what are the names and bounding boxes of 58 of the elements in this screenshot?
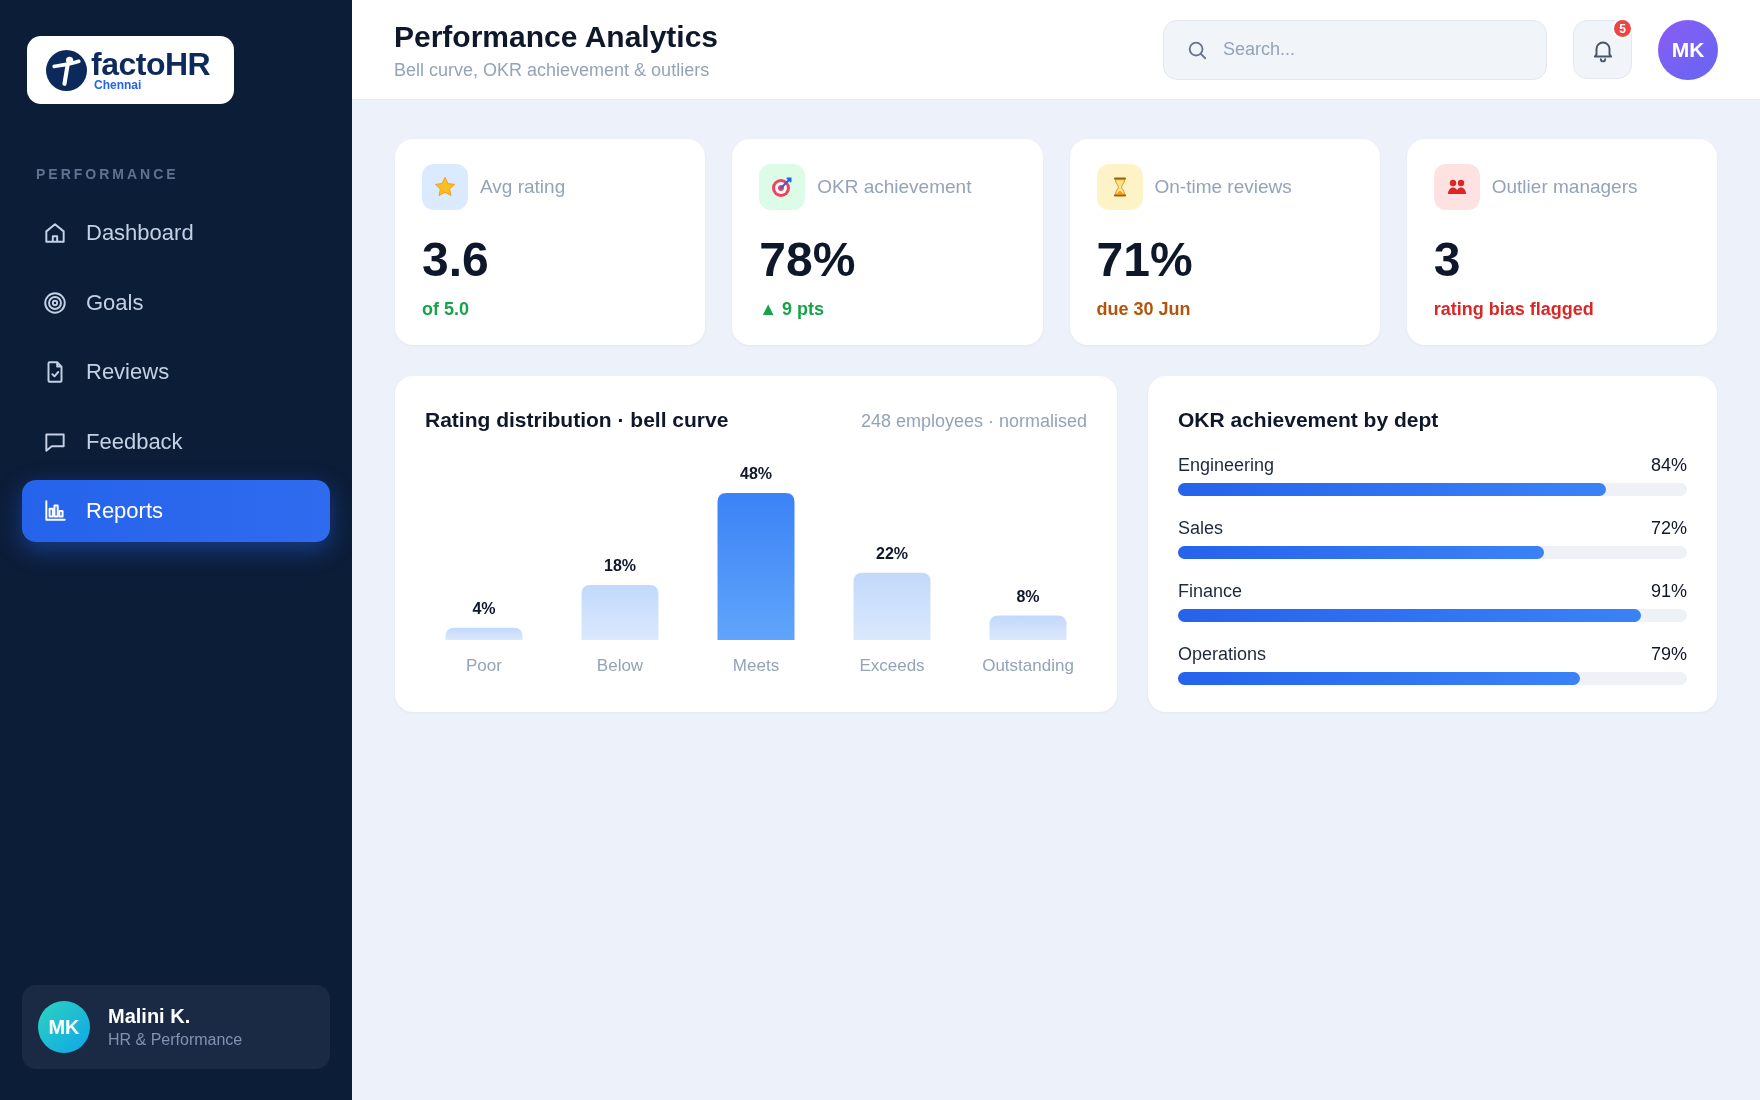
chart-title: Rating distribution · bell curve [425, 407, 729, 433]
dept-name: Engineering [1178, 454, 1275, 477]
sidebar-item[interactable]: Feedback [22, 410, 330, 473]
notification-count: 5 [1612, 18, 1633, 39]
bar-chart-icon [42, 498, 68, 524]
dart-target-icon [759, 164, 806, 210]
page-title: Performance Analytics [394, 18, 720, 55]
chart-meta: 248 employees · normalised [860, 411, 1087, 432]
dept-percent: 79% [1650, 643, 1687, 666]
kpi-value: 78% [759, 236, 857, 284]
section-label: PERFORMANCE [36, 166, 180, 182]
category-label: Poor [466, 656, 502, 675]
dept-percent: 72% [1650, 517, 1687, 540]
category-label: Meets [732, 656, 780, 675]
sidebar-item[interactable]: Dashboard [22, 202, 330, 264]
dept-percent: 91% [1650, 580, 1687, 603]
kpi-value: 3 [1433, 236, 1462, 284]
logo-tagline: Chennai [94, 78, 143, 92]
value-label: 18% [604, 556, 636, 574]
kpi-value: 3.6 [422, 236, 490, 284]
user-avatar: MK [38, 1001, 90, 1053]
kpi-label: On-time reviews [1154, 176, 1292, 198]
notifications-button[interactable]: 5 [1573, 20, 1632, 79]
kpi-value: 71% [1096, 236, 1194, 284]
kpi-label: OKR achievement [817, 176, 972, 198]
kpi-note: due 30 Jun [1096, 298, 1192, 320]
dept-name: Finance [1178, 580, 1243, 603]
sidebar-item[interactable]: Reviews [22, 341, 330, 403]
sidebar-item[interactable]: Goals [22, 271, 330, 334]
kpi-note: ▲ 9 pts [759, 298, 826, 320]
value-label: 48% [740, 465, 772, 482]
dept-name: Operations [1178, 643, 1267, 666]
kpi-note: of 5.0 [422, 298, 470, 320]
target-icon [42, 289, 68, 316]
dept-name: Sales [1178, 517, 1224, 540]
category-label: Below [596, 656, 644, 675]
star-icon [422, 164, 468, 210]
person-circle-icon [46, 49, 87, 91]
search-field[interactable]: Search... [1163, 19, 1547, 80]
user-name: Malini K. [108, 1004, 192, 1028]
value-label: 4% [472, 599, 496, 617]
house-icon [42, 220, 68, 246]
card-title: OKR achievement by dept [1178, 407, 1440, 433]
kpi-note: rating bias flagged [1433, 298, 1595, 320]
dept-percent: 84% [1650, 454, 1687, 477]
people-icon [1433, 164, 1480, 210]
sidebar-item[interactable]: Reports [22, 480, 330, 542]
category-label: Exceeds [859, 656, 925, 675]
kpi-label: Avg rating [480, 176, 566, 198]
hourglass-icon [1096, 164, 1143, 210]
kpi-label: Outlier managers [1491, 176, 1638, 198]
user-avatar[interactable]: MK [1658, 19, 1718, 80]
category-label: Outstanding [982, 656, 1074, 675]
user-role: HR & Performance [108, 1030, 243, 1050]
page-subtitle: Bell curve, OKR achievement & outliers [394, 58, 711, 81]
logo-wordmark: factoHR [91, 48, 211, 79]
value-label: 8% [1016, 587, 1040, 605]
value-label: 22% [876, 544, 908, 562]
